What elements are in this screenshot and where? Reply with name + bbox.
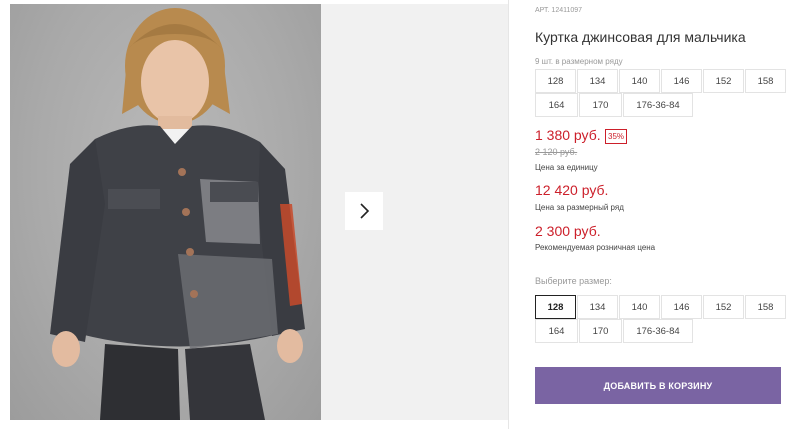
old-price: 2 120 руб. (535, 147, 578, 157)
product-gallery (0, 0, 508, 429)
product-title: Куртка джинсовая для мальчика (535, 29, 746, 45)
article-number: АРТ. 12411097 (535, 7, 582, 14)
pack-size-cell: 152 (703, 69, 744, 93)
pack-size-cell: 128 (535, 69, 576, 93)
pack-size-cell: 176-36-84 (623, 93, 693, 117)
size-option[interactable]: 146 (661, 295, 702, 319)
size-option[interactable]: 164 (535, 319, 578, 343)
pack-size-cell: 158 (745, 69, 786, 93)
rrp-price: 2 300 руб. (535, 223, 601, 239)
size-selector: 128 134 140 146 152 158 164 170 176-36-8… (535, 295, 787, 343)
product-photo-illustration (50, 8, 305, 420)
pack-size-cell: 146 (661, 69, 702, 93)
product-photo[interactable] (10, 4, 321, 420)
choose-size-label: Выберите размер: (535, 276, 612, 286)
pack-size-grid: 128 134 140 146 152 158 164 170 176-36-8… (535, 69, 787, 117)
article-value: 12411097 (551, 7, 583, 14)
pack-info: 9 шт. в размерном ряду (535, 57, 623, 66)
size-selector-row: 164 170 176-36-84 (535, 319, 787, 343)
rrp-price-label: Рекомендуемая розничная цена (535, 243, 656, 252)
size-option-selected[interactable]: 128 (535, 295, 576, 319)
pack-size-row: 128 134 140 146 152 158 (535, 69, 787, 93)
size-option[interactable]: 152 (703, 295, 744, 319)
pack-size-cell: 140 (619, 69, 660, 93)
unit-price-label: Цена за единицу (535, 163, 598, 172)
size-option[interactable]: 140 (619, 295, 660, 319)
size-option[interactable]: 176-36-84 (623, 319, 693, 343)
pack-size-cell: 164 (535, 93, 578, 117)
series-price-label: Цена за размерный ряд (535, 203, 624, 212)
pack-size-row: 164 170 176-36-84 (535, 93, 787, 117)
gallery-next-button[interactable] (345, 192, 383, 230)
size-option[interactable]: 158 (745, 295, 786, 319)
series-price: 12 420 руб. (535, 182, 609, 198)
pack-size-cell: 170 (579, 93, 622, 117)
size-option[interactable]: 170 (579, 319, 622, 343)
discount-badge: 35% (605, 129, 628, 144)
size-option[interactable]: 134 (577, 295, 618, 319)
article-label: АРТ. (535, 7, 550, 14)
pack-size-cell: 134 (577, 69, 618, 93)
size-selector-row: 128 134 140 146 152 158 (535, 295, 787, 319)
unit-price: 1 380 руб. (535, 127, 601, 143)
chevron-right-icon (360, 203, 370, 219)
add-to-cart-button[interactable]: ДОБАВИТЬ В КОРЗИНУ (535, 367, 781, 404)
panel-divider (508, 0, 509, 429)
